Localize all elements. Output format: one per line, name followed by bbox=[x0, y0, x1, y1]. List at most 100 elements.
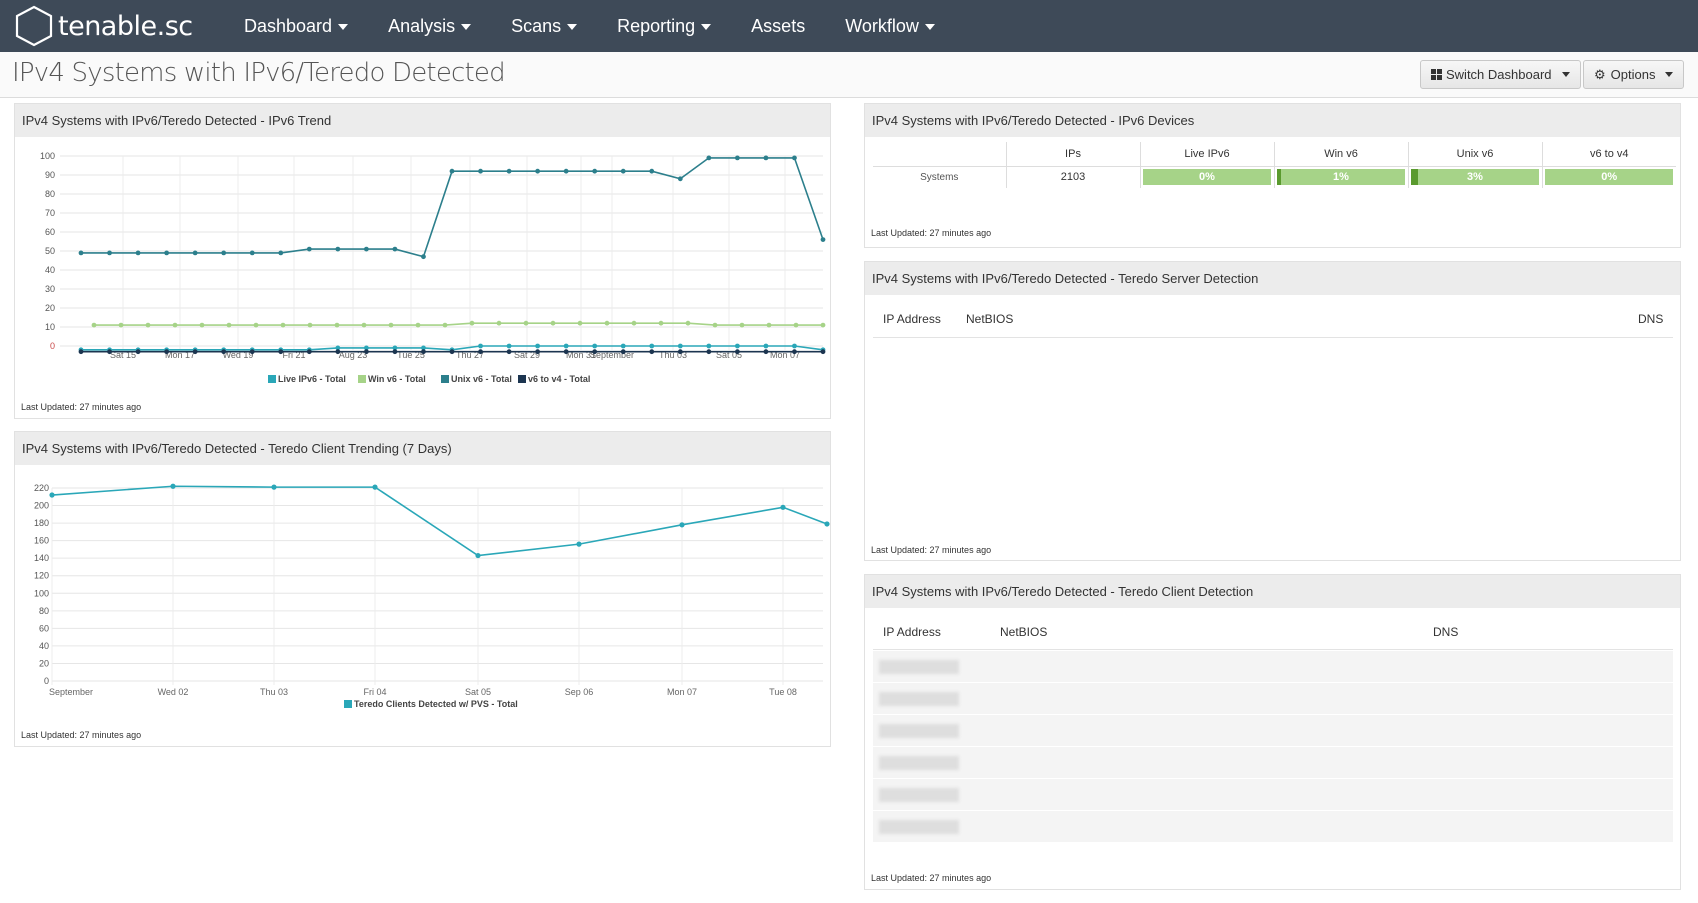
column-header[interactable]: Win v6 bbox=[1273, 142, 1408, 167]
column-header-netbios[interactable]: NetBIOS bbox=[1000, 625, 1047, 639]
nav-label: Workflow bbox=[845, 15, 919, 36]
data-point bbox=[469, 320, 475, 326]
data-point bbox=[649, 349, 655, 355]
ipv6-trend-panel: IPv4 Systems with IPv6/Teredo Detected -… bbox=[14, 103, 831, 419]
data-point bbox=[496, 320, 502, 326]
redacted-ip-address bbox=[879, 660, 959, 674]
data-point bbox=[478, 343, 483, 349]
table-row[interactable] bbox=[873, 779, 1673, 811]
ratio-bar-label: 0% bbox=[1601, 171, 1618, 184]
data-point bbox=[658, 320, 664, 326]
column-header-dns[interactable]: DNS bbox=[1638, 312, 1663, 326]
data-point bbox=[388, 322, 394, 328]
data-point bbox=[280, 322, 286, 328]
legend-label: Unix v6 - Total bbox=[451, 374, 512, 384]
column-header[interactable]: IPs bbox=[1005, 142, 1140, 167]
ipv6-trend-chart[interactable]: 0102030405060708090100Sat 15 Mon 17 Wed 19… bbox=[15, 138, 830, 388]
data-point bbox=[793, 322, 799, 328]
y-tick-label: 40 bbox=[39, 641, 49, 651]
y-tick-label: 70 bbox=[45, 208, 55, 218]
y-tick-label: 120 bbox=[34, 571, 49, 581]
legend-swatch bbox=[268, 375, 276, 383]
column-header-netbios[interactable]: NetBIOS bbox=[966, 312, 1013, 326]
nav-workflow[interactable]: Workflow bbox=[825, 0, 955, 52]
data-point bbox=[679, 522, 685, 528]
column-header-ip[interactable]: IP Address bbox=[883, 625, 941, 639]
data-point bbox=[577, 320, 583, 326]
data-point bbox=[392, 349, 398, 355]
nav-analysis[interactable]: Analysis bbox=[368, 0, 491, 52]
table-row[interactable] bbox=[873, 651, 1673, 683]
win-v6-cell[interactable]: 1% bbox=[1273, 166, 1408, 188]
panel-title: IPv4 Systems with IPv6/Teredo Detected -… bbox=[865, 575, 1680, 608]
switch-dashboard-button[interactable]: Switch Dashboard bbox=[1420, 60, 1581, 89]
nav-assets[interactable]: Assets bbox=[731, 0, 825, 52]
data-point bbox=[135, 349, 141, 355]
data-point bbox=[363, 246, 369, 252]
data-point bbox=[620, 349, 626, 355]
data-point bbox=[792, 349, 797, 355]
chevron-down-icon bbox=[1665, 72, 1674, 77]
table-header-row: IPs Live IPv6 Win v6 Unix v6 v6 to v4 bbox=[873, 142, 1676, 167]
ratio-bar-fill bbox=[1277, 169, 1281, 186]
column-header-ip[interactable]: IP Address bbox=[883, 312, 941, 326]
data-point bbox=[766, 322, 772, 328]
nav-label: Scans bbox=[511, 15, 562, 36]
x-tick-label: Sat 05 bbox=[465, 687, 491, 697]
table-row[interactable] bbox=[873, 811, 1673, 843]
nav-scans[interactable]: Scans bbox=[491, 0, 597, 52]
live-ipv6-cell[interactable]: 0% bbox=[1139, 166, 1274, 188]
unix-v6-cell[interactable]: 3% bbox=[1407, 166, 1542, 188]
data-point bbox=[226, 322, 232, 328]
data-point bbox=[192, 250, 198, 256]
y-tick-label: 20 bbox=[45, 303, 55, 313]
data-point bbox=[278, 250, 284, 256]
tenable-logo[interactable]: tenable.sc bbox=[14, 0, 204, 52]
chevron-down-icon bbox=[338, 24, 349, 30]
teredo-client-trend-panel: IPv4 Systems with IPv6/Teredo Detected -… bbox=[14, 431, 831, 747]
panel-title: IPv4 Systems with IPv6/Teredo Detected -… bbox=[15, 432, 830, 465]
last-updated: Last Updated: 27 minutes ago bbox=[21, 730, 142, 740]
data-point bbox=[677, 343, 683, 349]
data-point bbox=[307, 322, 313, 328]
nav-dashboard[interactable]: Dashboard bbox=[224, 0, 368, 52]
ratio-bar-label: 3% bbox=[1467, 171, 1483, 184]
y-tick-label: 30 bbox=[45, 284, 55, 294]
data-point bbox=[199, 322, 205, 328]
x-tick-label: Tue 08 bbox=[769, 687, 797, 697]
data-point bbox=[649, 168, 655, 174]
column-header[interactable]: Live IPv6 bbox=[1139, 142, 1274, 167]
teredo-client-panel: IPv4 Systems with IPv6/Teredo Detected -… bbox=[864, 574, 1681, 890]
data-point bbox=[734, 349, 740, 355]
legend-label: Live IPv6 - Total bbox=[278, 374, 346, 384]
data-point bbox=[478, 168, 483, 174]
data-point bbox=[820, 322, 826, 328]
options-button[interactable]: ⚙ Options bbox=[1583, 60, 1685, 89]
table-row[interactable] bbox=[873, 747, 1673, 779]
teredo-client-trend-chart[interactable]: 0 20 40 60 80 100 120 140 160 180 200 220 September W… bbox=[15, 466, 830, 716]
table-row[interactable] bbox=[873, 715, 1673, 747]
gear-icon: ⚙ bbox=[1594, 66, 1606, 82]
chevron-down-icon bbox=[701, 24, 712, 30]
data-point bbox=[363, 349, 369, 355]
data-point bbox=[734, 155, 740, 161]
data-point bbox=[824, 521, 830, 527]
data-point bbox=[706, 349, 712, 355]
nav-reporting[interactable]: Reporting bbox=[597, 0, 731, 52]
column-header-dns[interactable]: DNS bbox=[1433, 625, 1458, 639]
ratio-bar-fill bbox=[1411, 169, 1418, 186]
table-row[interactable] bbox=[873, 683, 1673, 715]
data-point bbox=[271, 484, 277, 490]
data-point bbox=[739, 322, 745, 328]
nav-label: Reporting bbox=[617, 15, 696, 36]
column-header[interactable]: v6 to v4 bbox=[1541, 142, 1676, 167]
column-header[interactable]: Unix v6 bbox=[1407, 142, 1542, 167]
data-point bbox=[249, 250, 255, 256]
data-point bbox=[677, 176, 683, 182]
ips-count[interactable]: 2103 bbox=[1005, 166, 1140, 188]
data-point bbox=[763, 349, 769, 355]
ratio-bar: 0% bbox=[1143, 169, 1271, 186]
data-point bbox=[278, 349, 284, 355]
v6-to-v4-cell[interactable]: 0% bbox=[1541, 166, 1676, 188]
data-point bbox=[734, 343, 740, 349]
